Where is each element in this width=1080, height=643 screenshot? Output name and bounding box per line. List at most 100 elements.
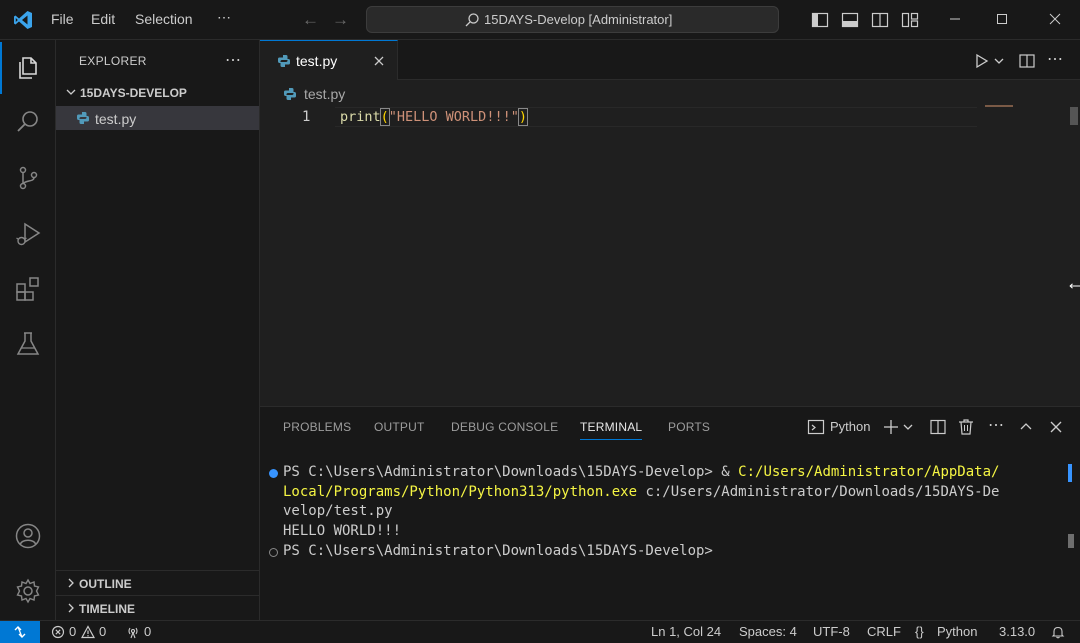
- outline-section[interactable]: OUTLINE: [56, 570, 259, 594]
- split-editor-icon[interactable]: [1018, 52, 1036, 70]
- forward-arrow-icon[interactable]: →: [332, 10, 349, 30]
- resize-arrow-icon[interactable]: ⟷: [1069, 278, 1080, 294]
- minimize-icon[interactable]: [944, 8, 966, 30]
- minimap[interactable]: [985, 105, 1013, 107]
- bottom-panel: PROBLEMS OUTPUT DEBUG CONSOLE TERMINAL P…: [260, 406, 1080, 620]
- tab-test-py[interactable]: test.py: [260, 40, 398, 80]
- terminal-icon: [807, 419, 825, 435]
- terminal-output[interactable]: PS C:\Users\Administrator\Downloads\15DA…: [260, 462, 1072, 612]
- file-encoding[interactable]: UTF-8: [813, 624, 850, 639]
- tab-problems[interactable]: PROBLEMS: [283, 420, 351, 434]
- terminal-args: c:/Users/Administrator/Downloads/15DAYS-…: [637, 484, 1000, 500]
- remote-indicator[interactable]: [0, 621, 40, 643]
- close-window-icon[interactable]: [1044, 8, 1066, 30]
- cursor-position[interactable]: Ln 1, Col 24: [651, 624, 721, 639]
- manage-gear-icon[interactable]: [14, 577, 42, 605]
- terminal-line: HELLO WORLD!!!: [283, 523, 402, 539]
- ports-count[interactable]: 0: [144, 624, 151, 639]
- menu-more[interactable]: ⋯: [217, 9, 231, 26]
- explorer-title: EXPLORER: [79, 54, 147, 68]
- maximize-panel-chevron-up-icon[interactable]: [1017, 418, 1035, 436]
- explorer-icon[interactable]: [14, 53, 42, 81]
- tab-label: test.py: [296, 53, 338, 69]
- terminal-scroll-indicator: [1068, 464, 1072, 482]
- close-panel-icon[interactable]: [1047, 418, 1065, 436]
- terminal-prompt: PS C:\Users\Administrator\Downloads\15DA…: [283, 464, 739, 480]
- python-file-icon: [284, 88, 296, 100]
- terminal-scrollbar[interactable]: [1068, 534, 1074, 548]
- account-icon[interactable]: [14, 522, 42, 550]
- workspace-folder[interactable]: 15DAYS-DEVELOP: [56, 82, 259, 104]
- code-string-token: "HELLO WORLD!!!": [388, 109, 519, 125]
- chevron-right-icon: [68, 603, 74, 613]
- command-decoration[interactable]: [269, 548, 278, 557]
- code-line-1[interactable]: print("HELLO WORLD!!!"): [340, 108, 528, 126]
- python-version[interactable]: 3.13.0: [999, 624, 1035, 639]
- tab-terminal[interactable]: TERMINAL: [580, 420, 642, 434]
- maximize-icon[interactable]: [991, 8, 1013, 30]
- line-number: 1: [302, 109, 311, 125]
- back-arrow-icon[interactable]: ←: [302, 10, 319, 30]
- run-dropdown-chevron-icon[interactable]: [993, 52, 1005, 70]
- search-icon: [465, 13, 479, 27]
- run-python-file-icon[interactable]: [973, 52, 991, 70]
- tab-output[interactable]: OUTPUT: [374, 420, 425, 434]
- error-icon[interactable]: [51, 625, 65, 639]
- python-file-icon: [278, 55, 290, 67]
- source-control-icon[interactable]: [14, 164, 42, 192]
- toggle-panel-icon[interactable]: [840, 10, 860, 30]
- explorer-sidebar: EXPLORER ⋯ 15DAYS-DEVELOP test.py OUTLIN…: [56, 40, 260, 620]
- error-count[interactable]: 0: [69, 624, 76, 639]
- terminal-line: Local/Programs/Python/Python313/python.e…: [283, 484, 999, 500]
- notifications-bell-icon[interactable]: [1051, 625, 1065, 639]
- file-item-test-py[interactable]: test.py: [56, 106, 259, 130]
- code-open-bracket: (: [379, 108, 390, 126]
- terminal-line: velop/test.py: [283, 503, 393, 519]
- toggle-primary-sidebar-icon[interactable]: [810, 10, 830, 30]
- terminal-dropdown-chevron-icon[interactable]: [902, 418, 914, 436]
- menu-file[interactable]: File: [51, 11, 74, 27]
- terminal-name[interactable]: Python: [830, 419, 870, 434]
- ports-broadcast-icon[interactable]: [126, 625, 140, 639]
- tab-ports[interactable]: PORTS: [668, 420, 710, 434]
- terminal-path: Local/Programs/Python/Python313/python.e…: [283, 484, 638, 500]
- warning-icon[interactable]: [81, 625, 95, 639]
- command-center-search[interactable]: 15DAYS-Develop [Administrator]: [366, 6, 779, 33]
- command-success-decoration[interactable]: [269, 469, 278, 478]
- chevron-right-icon: [68, 578, 74, 588]
- code-editor[interactable]: test.py 1 print("HELLO WORLD!!!") ⟷: [260, 80, 1080, 406]
- explorer-more-actions[interactable]: ⋯: [225, 50, 241, 70]
- chevron-down-icon: [66, 89, 76, 95]
- testing-icon[interactable]: [14, 330, 42, 358]
- terminal-line: PS C:\Users\Administrator\Downloads\15DA…: [283, 543, 713, 559]
- timeline-section[interactable]: TIMELINE: [56, 595, 259, 619]
- search-icon[interactable]: [14, 108, 42, 136]
- toggle-secondary-sidebar-icon[interactable]: [870, 10, 890, 30]
- indentation[interactable]: Spaces: 4: [739, 624, 797, 639]
- warning-count[interactable]: 0: [99, 624, 106, 639]
- language-mode[interactable]: Python: [937, 624, 977, 639]
- breadcrumb-file-label: test.py: [304, 86, 346, 102]
- active-indicator: [0, 42, 2, 94]
- close-icon[interactable]: [372, 54, 386, 68]
- editor-scrollbar[interactable]: [1070, 107, 1078, 125]
- file-item-label: test.py: [95, 111, 137, 127]
- split-terminal-icon[interactable]: [929, 418, 947, 436]
- tab-debug-console[interactable]: DEBUG CONSOLE: [451, 420, 558, 434]
- extensions-icon[interactable]: [14, 275, 42, 303]
- end-of-line[interactable]: CRLF: [867, 624, 901, 639]
- menu-edit[interactable]: Edit: [91, 11, 115, 27]
- terminal-path: C:/Users/Administrator/AppData/: [738, 464, 1000, 480]
- vscode-logo-icon: [14, 11, 32, 29]
- workspace-folder-name: 15DAYS-DEVELOP: [80, 86, 187, 100]
- trash-icon[interactable]: [957, 418, 975, 436]
- active-tab-indicator: [580, 439, 642, 440]
- customize-layout-icon[interactable]: [900, 10, 920, 30]
- panel-more-actions-icon[interactable]: ⋯: [988, 415, 1006, 434]
- editor-more-actions-icon[interactable]: ⋯: [1047, 49, 1065, 68]
- new-terminal-plus-icon[interactable]: [882, 418, 900, 436]
- run-debug-icon[interactable]: [14, 220, 42, 248]
- title-bar: File Edit Selection ⋯ ← → 15DAYS-Develop…: [0, 0, 1080, 40]
- menu-selection[interactable]: Selection: [135, 11, 193, 27]
- braces-icon[interactable]: {}: [915, 624, 924, 639]
